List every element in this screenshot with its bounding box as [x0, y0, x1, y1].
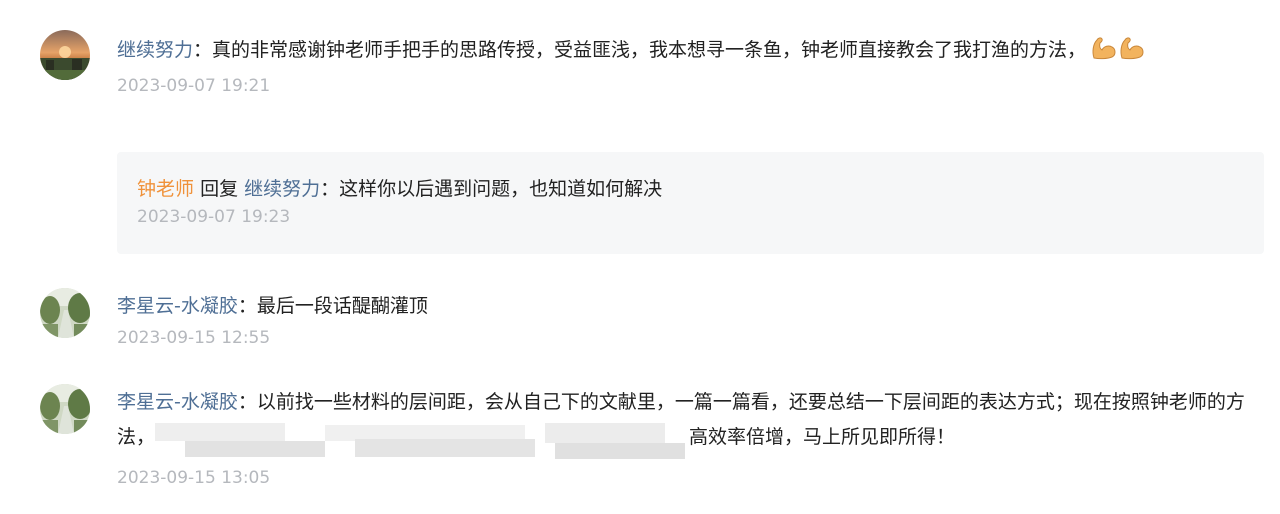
avatar[interactable] — [40, 384, 90, 434]
comment-separator: ： — [193, 39, 213, 61]
reply-separator: ： — [320, 178, 340, 200]
comment-timestamp: 2023-09-15 13:05 — [117, 468, 271, 488]
comment-content: 最后一段话醍醐灌顶 — [256, 295, 428, 317]
comment-content: 真的非常感谢钟老师手把手的思路传授，受益匪浅，我本想寻一条鱼，钟老师直接教会了我… — [212, 39, 1087, 61]
reply-target-user[interactable]: 继续努力 — [244, 178, 320, 200]
reply-body: 钟老师 回复 继续努力：这样你以后遇到问题，也知道如何解决 2023-09-07… — [137, 174, 662, 228]
comment-username[interactable]: 李星云-水凝胶 — [117, 295, 238, 317]
reply-text: 钟老师 回复 继续努力：这样你以后遇到问题，也知道如何解决 — [137, 174, 662, 204]
comment-body: 继续努力：真的非常感谢钟老师手把手的思路传授，受益匪浅，我本想寻一条鱼，钟老师直… — [117, 34, 1270, 97]
flexed-biceps-icon — [1090, 34, 1118, 69]
comment-timestamp: 2023-09-15 12:55 — [117, 328, 271, 348]
comment-separator: ： — [237, 295, 257, 317]
comment-text: 李星云-水凝胶：以前找一些材料的层间距，会从自己下的文献里，一篇一篇看，还要总结… — [117, 388, 1270, 461]
comment-username[interactable]: 李星云-水凝胶 — [117, 391, 238, 413]
reply-timestamp: 2023-09-07 19:23 — [137, 207, 291, 227]
reply-box: 钟老师 回复 继续努力：这样你以后遇到问题，也知道如何解决 2023-09-07… — [117, 152, 1264, 254]
redacted-text-block — [155, 417, 686, 461]
comment-text: 继续努力：真的非常感谢钟老师手把手的思路传授，受益匪浅，我本想寻一条鱼，钟老师直… — [117, 34, 1270, 69]
comment-body: 李星云-水凝胶：以前找一些材料的层间距，会从自己下的文献里，一篇一篇看，还要总结… — [117, 388, 1270, 489]
comment-text: 李星云-水凝胶：最后一段话醍醐灌顶 — [117, 292, 1270, 321]
flexed-biceps-icon — [1118, 34, 1146, 69]
reply-content: 这样你以后遇到问题，也知道如何解决 — [339, 178, 663, 200]
comment-timestamp: 2023-09-07 19:21 — [117, 76, 271, 96]
reply-author[interactable]: 钟老师 — [137, 178, 194, 200]
comment-body: 李星云-水凝胶：最后一段话醍醐灌顶 2023-09-15 12:55 — [117, 292, 1270, 349]
avatar[interactable] — [40, 288, 90, 338]
reply-verb: 回复 — [200, 178, 239, 200]
avatar[interactable] — [40, 30, 90, 80]
comment-username[interactable]: 继续努力 — [117, 39, 193, 61]
comment-content-end: 高效率倍增，马上所见即所得！ — [689, 426, 956, 448]
comment-separator: ： — [237, 391, 257, 413]
